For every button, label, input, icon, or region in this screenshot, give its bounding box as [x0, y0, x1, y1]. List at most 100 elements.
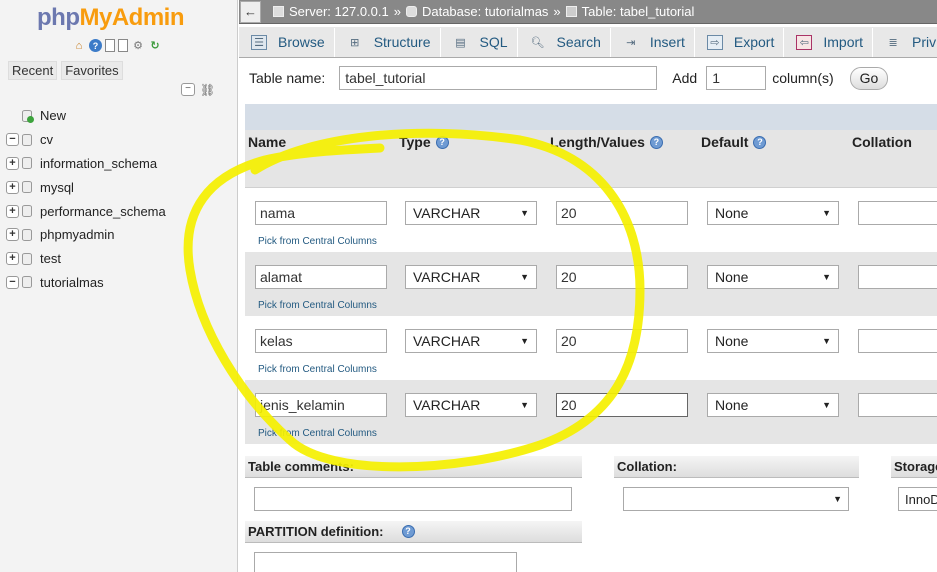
table-name-input[interactable]: tabel_tutorial — [339, 66, 658, 90]
tree-item-db[interactable]: + test — [6, 247, 166, 271]
column-type-select[interactable]: VARCHAR ▼ — [405, 201, 537, 225]
tab-insert[interactable]: ⇥ Insert — [611, 27, 695, 57]
tree-item-label[interactable]: phpmyadmin — [40, 227, 114, 242]
table-comments-input[interactable] — [254, 487, 572, 511]
column-length-input[interactable]: 20 — [556, 265, 688, 289]
collapse-all-icon[interactable]: − — [181, 83, 195, 96]
tree-item-db[interactable]: − tutorialmas — [6, 271, 166, 295]
column-collation-select[interactable] — [858, 201, 937, 225]
storage-engine-select[interactable]: InnoD — [898, 487, 937, 511]
breadcrumb-table[interactable]: Table: tabel_tutorial — [582, 4, 695, 19]
tree-item-label[interactable]: test — [40, 251, 61, 266]
tab-label: SQL — [479, 34, 508, 50]
tab-import[interactable]: ⇦ Import — [784, 27, 874, 57]
header-name-label: Name — [248, 134, 287, 150]
column-length-input[interactable]: 20 — [556, 393, 688, 417]
column-name-input[interactable]: nama — [255, 201, 387, 225]
help-icon[interactable]: ? — [401, 525, 415, 538]
tree-item-label[interactable]: New — [40, 108, 66, 123]
database-icon — [405, 6, 417, 17]
column-type-select[interactable]: VARCHAR ▼ — [405, 265, 537, 289]
column-default-select[interactable]: None ▼ — [707, 329, 839, 353]
tab-export[interactable]: ⇨ Export — [695, 27, 785, 57]
header-type: Type? — [399, 134, 449, 150]
column-name-input[interactable]: alamat — [255, 265, 387, 289]
column-name-input[interactable]: jenis_kelamin — [255, 393, 387, 417]
column-default-select[interactable]: None ▼ — [707, 393, 839, 417]
pick-central-columns-link[interactable]: Pick from Central Columns — [258, 236, 377, 247]
favorites-tab[interactable]: Favorites — [61, 61, 123, 80]
columns-label: column(s) — [772, 70, 834, 86]
collapse-toggle-icon[interactable]: − — [6, 133, 19, 147]
home-icon[interactable]: ⌂ — [72, 39, 86, 53]
expand-toggle-icon[interactable]: + — [6, 180, 19, 194]
breadcrumb-server[interactable]: Server: 127.0.0.1 — [289, 4, 389, 19]
tree-item-label[interactable]: performance_schema — [40, 204, 166, 219]
recent-tab[interactable]: Recent — [8, 61, 58, 80]
tab-label: Structure — [373, 34, 431, 50]
column-length-input[interactable]: 20 — [556, 201, 688, 225]
tab-privileges[interactable]: ≣ Privi — [873, 28, 937, 57]
database-icon — [22, 228, 32, 241]
tab-sql[interactable]: ▤ SQL — [441, 27, 518, 57]
header-default: Default? — [701, 134, 767, 150]
partition-input[interactable] — [254, 552, 517, 572]
column-default-select[interactable]: None ▼ — [707, 265, 839, 289]
table-tabs: ☰ Browse ⊞ Structure ▤ SQL 🔍︎ Search ⇥ Insert… — [239, 27, 937, 58]
back-button[interactable]: ← — [240, 0, 261, 23]
link-with-main-icon[interactable]: ⛓ — [200, 83, 215, 97]
column-length-input[interactable]: 20 — [556, 329, 688, 353]
add-columns-input[interactable]: 1 — [706, 66, 767, 90]
tree-item-db[interactable]: + information_schema — [6, 152, 166, 176]
grid-header: Name Type? Length/Values? Default? Colla… — [245, 130, 937, 188]
column-type-select[interactable]: VARCHAR ▼ — [405, 393, 537, 417]
expand-toggle-icon[interactable]: + — [6, 252, 19, 266]
expand-toggle-icon[interactable]: + — [6, 228, 19, 242]
pick-central-columns-link[interactable]: Pick from Central Columns — [258, 428, 377, 439]
help-icon[interactable]: ? — [89, 39, 102, 52]
storage-header: Storage — [891, 456, 937, 478]
tab-search[interactable]: 🔍︎ Search — [518, 27, 611, 57]
tree-item-label[interactable]: tutorialmas — [40, 275, 104, 290]
tree-item-db[interactable]: + mysql — [6, 175, 166, 199]
tab-structure[interactable]: ⊞ Structure — [335, 27, 441, 57]
table-collation-select[interactable]: ▼ — [623, 487, 849, 511]
quick-icons: ⌂ ? ⚙ ↻ — [72, 39, 162, 53]
tree-item-db[interactable]: − cv — [6, 128, 166, 152]
column-name-input[interactable]: kelas — [255, 329, 387, 353]
help-icon[interactable]: ? — [753, 135, 767, 149]
breadcrumb: Server: 127.0.0.1 » Database: tutorialma… — [273, 4, 694, 19]
settings-icon[interactable]: ⚙ — [131, 39, 145, 53]
breadcrumb-database[interactable]: Database: tutorialmas — [422, 4, 548, 19]
tree-item-db[interactable]: + phpmyadmin — [6, 223, 166, 247]
go-button[interactable]: Go — [849, 66, 889, 90]
tab-browse[interactable]: ☰ Browse — [239, 27, 335, 57]
help-icon[interactable]: ? — [649, 135, 663, 149]
column-default-select[interactable]: None ▼ — [707, 201, 839, 225]
help-icon[interactable]: ? — [435, 135, 449, 149]
selected-storage: InnoD — [905, 491, 937, 507]
tree-item-label[interactable]: mysql — [40, 180, 74, 195]
column-collation-select[interactable] — [858, 329, 937, 353]
tree-item-new[interactable]: New — [6, 104, 166, 128]
selected-type: VARCHAR — [413, 269, 481, 285]
collapse-toggle-icon[interactable]: − — [6, 275, 19, 289]
reload-icon[interactable]: ↻ — [148, 39, 162, 53]
table-comments-header: Table comments: — [245, 456, 582, 478]
expand-toggle-icon[interactable]: + — [6, 156, 19, 170]
column-type-select[interactable]: VARCHAR ▼ — [405, 329, 537, 353]
pick-central-columns-link[interactable]: Pick from Central Columns — [258, 300, 377, 311]
column-collation-select[interactable] — [858, 393, 937, 417]
tree-item-label[interactable]: cv — [40, 132, 53, 147]
docs-icon[interactable] — [105, 39, 115, 52]
tree-item-label[interactable]: information_schema — [40, 156, 157, 171]
structure-icon: ⊞ — [350, 36, 360, 49]
storage-label: Storage — [894, 458, 937, 474]
tree-item-db[interactable]: + performance_schema — [6, 199, 166, 223]
expand-toggle-icon[interactable]: + — [6, 204, 19, 218]
server-icon — [273, 6, 284, 17]
column-collation-select[interactable] — [858, 265, 937, 289]
sql-docs-icon[interactable] — [118, 39, 128, 52]
phpmyadmin-logo[interactable]: phpMyAdmin — [37, 4, 184, 32]
pick-central-columns-link[interactable]: Pick from Central Columns — [258, 364, 377, 375]
